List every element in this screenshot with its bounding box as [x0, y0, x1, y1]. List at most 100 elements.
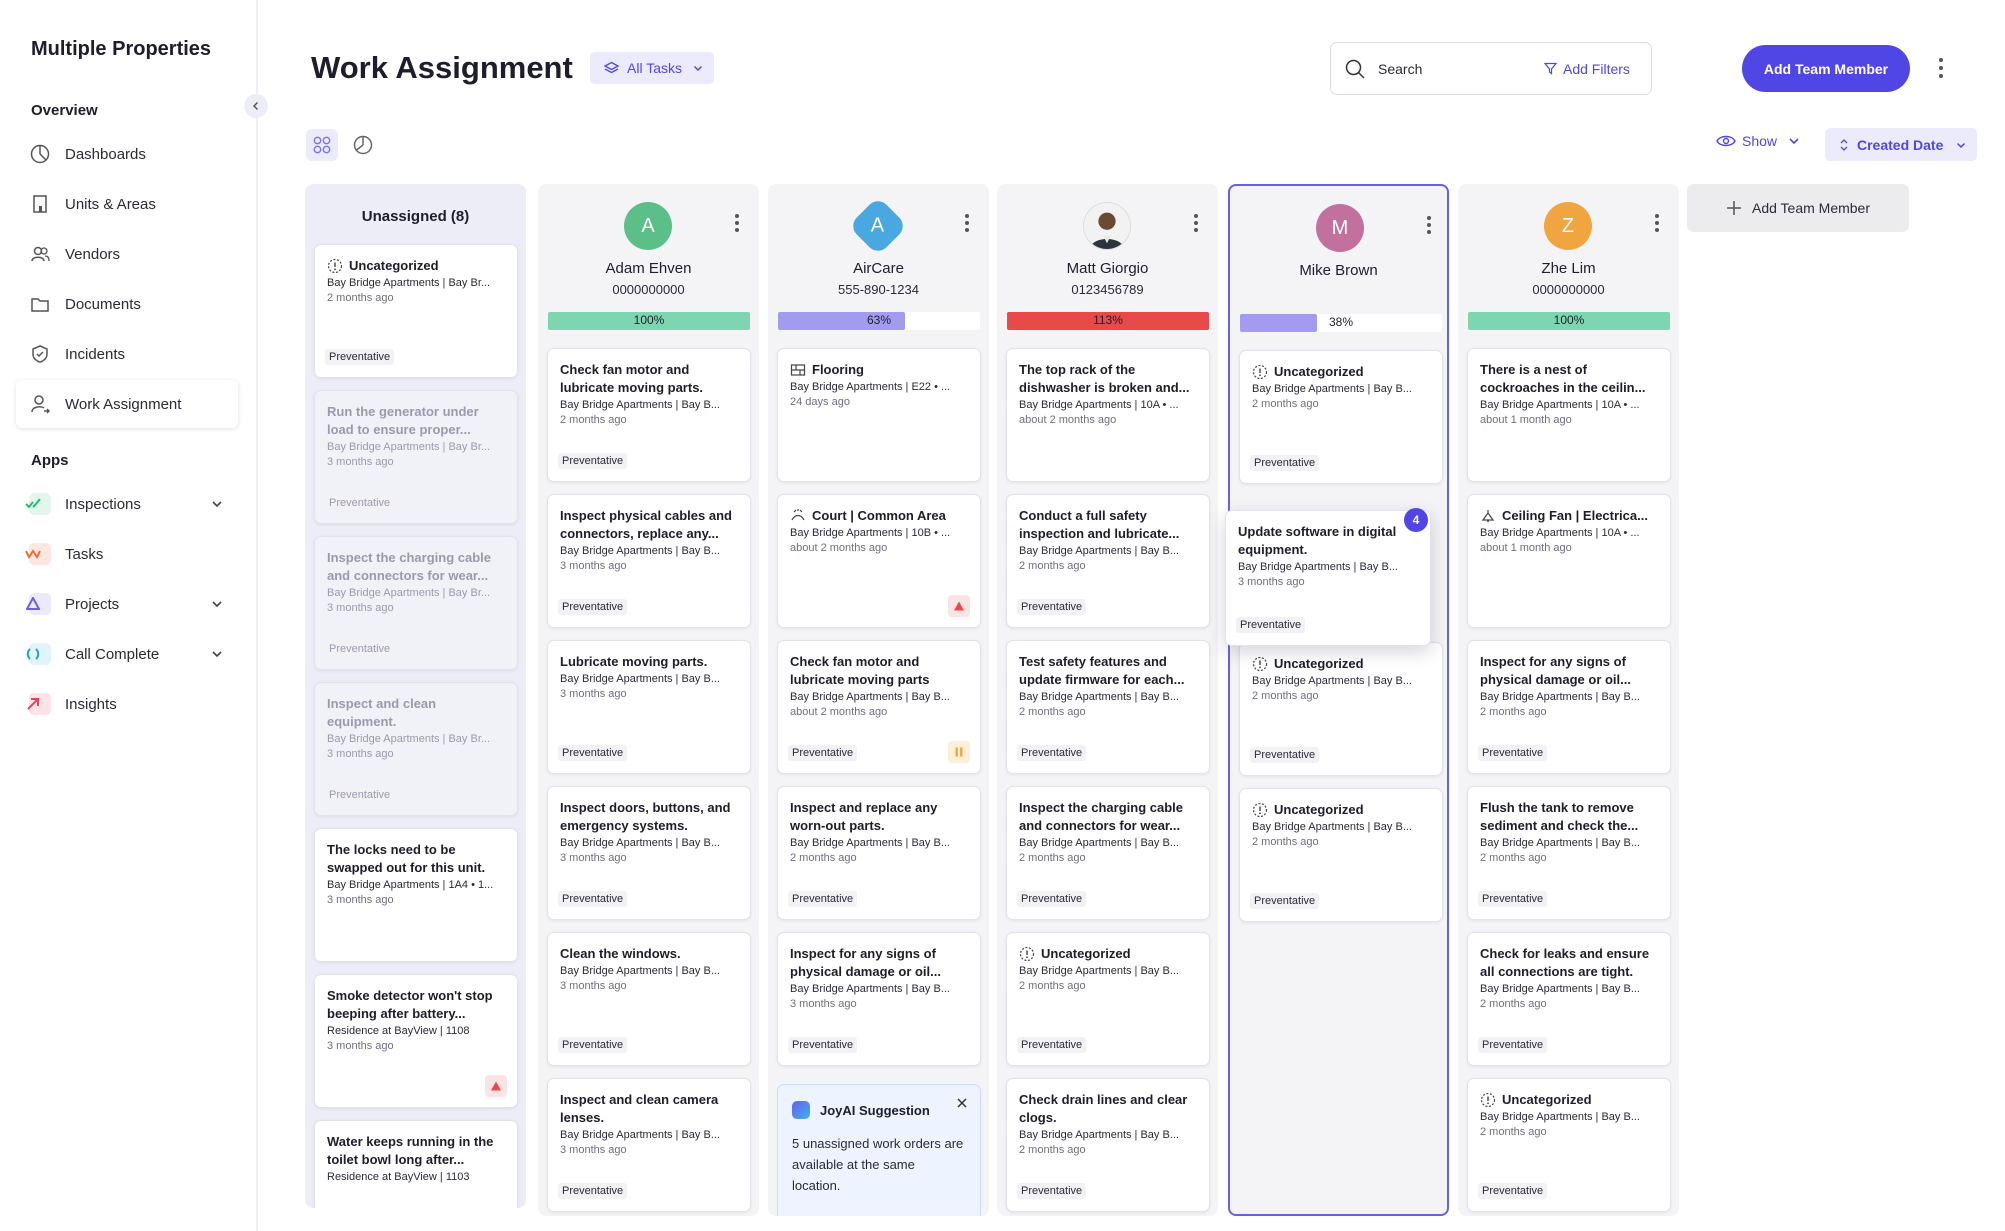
- drag-count-badge: 4: [1404, 508, 1428, 532]
- board-view-toggle[interactable]: [306, 129, 338, 161]
- sidebar-item-projects[interactable]: Projects: [16, 580, 238, 628]
- card-tag: Preventative: [1017, 1183, 1087, 1199]
- sidebar-item-work-assignment[interactable]: Work Assignment: [16, 380, 238, 428]
- work-order-card[interactable]: Uncategorized Bay Bridge Apartments | Bay…: [1239, 350, 1443, 484]
- card-location: Bay Bridge Apartments | Bay Br...: [327, 733, 491, 745]
- avatar: M: [1316, 204, 1364, 252]
- chevron-down-icon[interactable]: [210, 647, 224, 661]
- work-order-card[interactable]: Water keeps running in the toilet bowl l…: [314, 1120, 518, 1208]
- work-order-card[interactable]: There is a nest of cockroaches in the ce…: [1467, 348, 1671, 482]
- work-order-card[interactable]: Check drain lines and clear clogs. Bay Br…: [1006, 1078, 1210, 1212]
- add-filters-button[interactable]: Add Filters: [1544, 61, 1630, 77]
- work-order-card[interactable]: Smoke detector won't stop beeping after …: [314, 974, 518, 1108]
- more-options-icon[interactable]: [1654, 212, 1660, 234]
- more-options-icon[interactable]: [964, 212, 970, 234]
- work-order-card[interactable]: Flooring Bay Bridge Apartments | E22 • ..…: [777, 348, 981, 482]
- column-mike-brown: M Mike Brown 38% Uncategorized Bay Bridge Ap…: [1228, 184, 1449, 1216]
- work-order-card[interactable]: Uncategorized Bay Bridge Apartments | Bay…: [1239, 642, 1443, 776]
- work-order-card[interactable]: Inspect for any signs of physical damage…: [777, 932, 981, 1066]
- chart-view-toggle[interactable]: [347, 129, 379, 161]
- sidebar-item-dashboards[interactable]: Dashboards: [16, 130, 238, 178]
- work-order-card[interactable]: Inspect the charging cable and connector…: [1006, 786, 1210, 920]
- work-order-card[interactable]: Uncategorized Bay Bridge Apartments | Bay…: [314, 244, 518, 378]
- sort-dropdown[interactable]: Created Date: [1825, 128, 1977, 161]
- users-icon: [31, 246, 50, 262]
- sidebar-item-vendors[interactable]: Vendors: [16, 230, 238, 278]
- task-filter-dropdown[interactable]: All Tasks: [590, 52, 714, 84]
- pie-chart-icon: [30, 144, 50, 164]
- sidebar-item-label: Incidents: [65, 345, 126, 363]
- show-dropdown[interactable]: Show: [1716, 133, 1807, 149]
- card-time: 3 months ago: [560, 852, 627, 864]
- sidebar-item-call-complete[interactable]: Call Complete: [16, 630, 238, 678]
- property-selector[interactable]: Multiple Properties: [31, 38, 211, 61]
- chevron-down-icon: [693, 65, 703, 72]
- work-order-card[interactable]: Uncategorized Bay Bridge Apartments | Bay…: [1467, 1078, 1671, 1212]
- more-options-icon[interactable]: [1426, 214, 1432, 236]
- work-order-card[interactable]: Lubricate moving parts. Bay Bridge Apartm…: [547, 640, 751, 774]
- sidebar-item-label: Insights: [65, 695, 117, 713]
- dashed-alert-icon: [1019, 946, 1035, 962]
- collapse-sidebar-button[interactable]: [244, 94, 268, 118]
- work-order-card[interactable]: Inspect and clean camera lenses. Bay Brid…: [547, 1078, 751, 1212]
- card-title: Inspect and clean camera lenses.: [560, 1092, 719, 1125]
- avatar: [1083, 202, 1131, 250]
- card-title: Inspect doors, buttons, and emergency sy…: [560, 800, 731, 833]
- sidebar-item-incidents[interactable]: Incidents: [16, 330, 238, 378]
- card-title-text: Uncategorized: [1274, 656, 1364, 671]
- work-order-card[interactable]: The top rack of the dishwasher is broken…: [1006, 348, 1210, 482]
- more-options-icon[interactable]: [1193, 212, 1199, 234]
- more-options-icon[interactable]: [734, 212, 740, 234]
- card-title: Lubricate moving parts.: [560, 654, 708, 669]
- work-order-card[interactable]: Test safety features and update firmware…: [1006, 640, 1210, 774]
- work-order-card[interactable]: Uncategorized Bay Bridge Apartments | Bay…: [1239, 788, 1443, 922]
- card-title-text: Uncategorized: [1041, 946, 1131, 961]
- avatar-initial: Z: [1561, 214, 1575, 237]
- more-options-icon[interactable]: [1938, 56, 1944, 80]
- card-location: Bay Bridge Apartments | Bay B...: [560, 545, 720, 557]
- work-order-card[interactable]: Inspect and clean equipment. Bay Bridge A…: [314, 682, 518, 816]
- member-name: AirCare: [853, 260, 904, 277]
- dashed-alert-icon: [1252, 656, 1268, 672]
- chevron-down-icon[interactable]: [210, 597, 224, 611]
- work-order-card[interactable]: Flush the tank to remove sediment and ch…: [1467, 786, 1671, 920]
- search-input[interactable]: [1378, 60, 1528, 77]
- work-order-card[interactable]: Inspect for any signs of physical damage…: [1467, 640, 1671, 774]
- add-team-member-column-button[interactable]: Add Team Member: [1687, 184, 1909, 232]
- work-order-card[interactable]: Conduct a full safety inspection and lub…: [1006, 494, 1210, 628]
- card-title: Inspect the charging cable and connector…: [327, 550, 491, 583]
- high-priority-flag: [485, 1075, 507, 1097]
- work-order-card[interactable]: Run the generator under load to ensure p…: [314, 390, 518, 524]
- work-order-card[interactable]: Check fan motor and lubricate moving par…: [777, 640, 981, 774]
- work-order-card[interactable]: Ceiling Fan | Electrica... Bay Bridge Apa…: [1467, 494, 1671, 628]
- work-order-card[interactable]: Inspect the charging cable and connector…: [314, 536, 518, 670]
- card-title: Update software in digital equipment.: [1238, 524, 1397, 557]
- avatar-initial: A: [641, 214, 655, 237]
- sidebar-item-insights[interactable]: Insights: [16, 680, 238, 728]
- sidebar-item-tasks[interactable]: Tasks: [16, 530, 238, 578]
- sidebar-item-documents[interactable]: Documents: [16, 280, 238, 328]
- call-complete-app-icon: [26, 643, 51, 665]
- work-order-card[interactable]: Check for leaks and ensure all connectio…: [1467, 932, 1671, 1066]
- chevron-down-icon[interactable]: [210, 497, 224, 511]
- sidebar-item-inspections[interactable]: Inspections: [16, 480, 238, 528]
- close-icon[interactable]: [956, 1097, 968, 1109]
- work-order-card[interactable]: The locks need to be swapped out for thi…: [314, 828, 518, 962]
- work-order-card[interactable]: Check fan motor and lubricate moving par…: [547, 348, 751, 482]
- work-order-card[interactable]: Uncategorized Bay Bridge Apartments | Bay…: [1006, 932, 1210, 1066]
- work-order-card[interactable]: Clean the windows. Bay Bridge Apartments …: [547, 932, 751, 1066]
- work-order-card[interactable]: Inspect doors, buttons, and emergency sy…: [547, 786, 751, 920]
- card-title-text: Uncategorized: [349, 258, 439, 273]
- card-title: Uncategorized: [1480, 1091, 1658, 1109]
- add-team-member-button[interactable]: Add Team Member: [1742, 45, 1910, 92]
- progress-percent: 38%: [1328, 315, 1354, 329]
- dashed-alert-icon: [1252, 364, 1268, 380]
- dragging-work-order-card[interactable]: Update software in digital equipment. Ba…: [1225, 510, 1431, 646]
- member-phone: 0123456789: [1071, 282, 1144, 297]
- work-order-card[interactable]: Court | Common Area Bay Bridge Apartments…: [777, 494, 981, 628]
- card-time: 3 months ago: [327, 456, 394, 468]
- work-order-card[interactable]: Inspect physical cables and connectors, …: [547, 494, 751, 628]
- work-order-card[interactable]: Inspect and replace any worn-out parts. B…: [777, 786, 981, 920]
- sidebar-item-units-areas[interactable]: Units & Areas: [16, 180, 238, 228]
- card-time: 2 months ago: [1480, 706, 1547, 718]
